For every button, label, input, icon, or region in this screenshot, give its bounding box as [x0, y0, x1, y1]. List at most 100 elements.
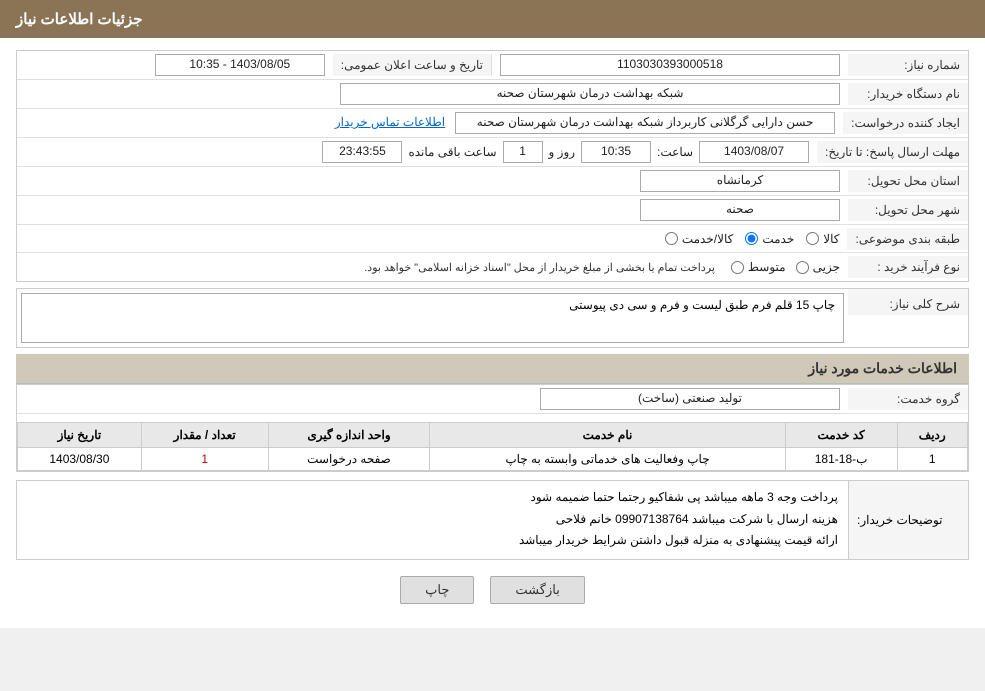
radio-jozi: جزیی — [796, 260, 840, 274]
row-province: استان محل تحویل: کرمانشاه — [17, 167, 968, 196]
radio-motavaset-input[interactable] — [731, 261, 744, 274]
creator-input: حسن دارایی گرگلانی کاربرداز شبکه بهداشت … — [455, 112, 835, 134]
buyer-input: شبکه بهداشت درمان شهرستان صحنه — [340, 83, 840, 105]
row-buyer: نام دستگاه خریدار: شبکه بهداشت درمان شهر… — [17, 80, 968, 109]
services-table: ردیف کد خدمت نام خدمت واحد اندازه گیری ت… — [17, 422, 968, 471]
province-label: استان محل تحویل: — [848, 170, 968, 192]
td-unit: صفحه درخواست — [268, 448, 430, 471]
main-info-section: شماره نیاز: 1103030393000518 تاریخ و ساع… — [16, 50, 969, 282]
category-label: طبقه بندی موضوعی: — [847, 228, 968, 250]
purchase-radio-group: جزیی متوسط پرداخت تمام یا بخشی از مبلغ خ… — [25, 260, 840, 274]
td-code: ب-18-181 — [785, 448, 897, 471]
th-code: کد خدمت — [785, 423, 897, 448]
service-group-input: تولید صنعتی (ساخت) — [540, 388, 840, 410]
date-input: 1403/08/07 — [699, 141, 809, 163]
need-desc-value: چاپ 15 قلم فرم طبق لیست و فرم و سی دی پی… — [17, 289, 848, 347]
buyer-label: نام دستگاه خریدار: — [848, 83, 968, 105]
radio-kala-label: کالا — [823, 232, 839, 246]
row-creator: ایجاد کننده درخواست: حسن دارایی گرگلانی … — [17, 109, 968, 138]
radio-motavaset-label: متوسط — [748, 260, 786, 274]
services-table-section: ردیف کد خدمت نام خدمت واحد اندازه گیری ت… — [17, 422, 968, 471]
page-wrapper: جزئیات اطلاعات نیاز شماره نیاز: 11030303… — [0, 0, 985, 628]
buttons-row: بازگشت چاپ — [16, 576, 969, 604]
radio-khedmat: خدمت — [745, 232, 794, 246]
creator-value: حسن دارایی گرگلانی کاربرداز شبکه بهداشت … — [17, 109, 843, 137]
days-input: 1 — [503, 141, 543, 163]
radio-kala-khedmat-input[interactable] — [665, 232, 678, 245]
print-button[interactable]: چاپ — [400, 576, 474, 604]
buyer-note-line: ارائه قیمت پیشنهادی به منزله قبول داشتن … — [27, 530, 838, 552]
row-purchase-type: نوع فرآیند خرید : جزیی متوسط پرداخت تمام… — [17, 253, 968, 281]
row-category: طبقه بندی موضوعی: کالا خدمت کالا/خدمت — [17, 225, 968, 253]
buyer-note-line: پرداخت وجه 3 ماهه میباشد پی شفاکیو رجتما… — [27, 487, 838, 509]
th-date: تاریخ نیاز — [18, 423, 142, 448]
need-desc-row: شرح کلی نیاز: چاپ 15 قلم فرم طبق لیست و … — [17, 289, 968, 347]
days-label: روز و — [549, 145, 576, 159]
need-number-value: 1103030393000518 — [492, 51, 848, 79]
city-input: صحنه — [640, 199, 840, 221]
remaining-input: 23:43:55 — [322, 141, 402, 163]
deadline-row-multi: 1403/08/07 ساعت: 10:35 روز و 1 ساعت باقی… — [25, 141, 809, 163]
buyer-notes-label: توضیحات خریدار: — [849, 480, 969, 560]
th-row: ردیف — [897, 423, 967, 448]
radio-kala-khedmat: کالا/خدمت — [665, 232, 733, 246]
deadline-label: مهلت ارسال پاسخ: تا تاریخ: — [817, 141, 968, 163]
td-date: 1403/08/30 — [18, 448, 142, 471]
td-row: 1 — [897, 448, 967, 471]
remaining-label: ساعت باقی مانده — [408, 145, 496, 159]
row-deadline: مهلت ارسال پاسخ: تا تاریخ: 1403/08/07 سا… — [17, 138, 968, 167]
need-desc-label: شرح کلی نیاز: — [848, 289, 968, 315]
radio-kala-input[interactable] — [806, 232, 819, 245]
row-service-group: گروه خدمت: تولید صنعتی (ساخت) — [17, 385, 968, 414]
province-input: کرمانشاه — [640, 170, 840, 192]
row-need-number: شماره نیاز: 1103030393000518 تاریخ و ساع… — [17, 51, 968, 80]
buyer-value: شبکه بهداشت درمان شهرستان صحنه — [17, 80, 848, 108]
th-name: نام خدمت — [430, 423, 785, 448]
table-row: 1 ب-18-181 چاپ وفعالیت های خدماتی وابسته… — [18, 448, 968, 471]
radio-kala-khedmat-label: کالا/خدمت — [682, 232, 733, 246]
table-header-row: ردیف کد خدمت نام خدمت واحد اندازه گیری ت… — [18, 423, 968, 448]
purchase-type-label: نوع فرآیند خرید : — [848, 256, 968, 278]
city-label: شهر محل تحویل: — [848, 199, 968, 221]
page-header: جزئیات اطلاعات نیاز — [0, 0, 985, 38]
td-qty: 1 — [141, 448, 268, 471]
creator-label: ایجاد کننده درخواست: — [843, 112, 968, 134]
buyer-notes-section: توضیحات خریدار: پرداخت وجه 3 ماهه میباشد… — [16, 480, 969, 560]
radio-motavaset: متوسط — [731, 260, 786, 274]
announce-input: 1403/08/05 - 10:35 — [155, 54, 325, 76]
category-radio-group: کالا خدمت کالا/خدمت — [25, 232, 839, 246]
radio-jozi-label: جزیی — [813, 260, 840, 274]
announce-value: 1403/08/05 - 10:35 — [17, 51, 333, 79]
back-button[interactable]: بازگشت — [490, 576, 584, 604]
creator-link[interactable]: اطلاعات تماس خریدار — [335, 115, 445, 129]
need-number-input: 1103030393000518 — [500, 54, 840, 76]
row-city: شهر محل تحویل: صحنه — [17, 196, 968, 225]
radio-khedmat-input[interactable] — [745, 232, 758, 245]
services-section: گروه خدمت: تولید صنعتی (ساخت) ردیف کد خد… — [16, 384, 969, 472]
radio-jozi-input[interactable] — [796, 261, 809, 274]
buyer-note-line: هزینه ارسال با شرکت میباشد 09907138764 خ… — [27, 509, 838, 531]
city-value: صحنه — [17, 196, 848, 224]
buyer-notes-content: پرداخت وجه 3 ماهه میباشد پی شفاکیو رجتما… — [16, 480, 849, 560]
services-title: اطلاعات خدمات مورد نیاز — [16, 354, 969, 384]
deadline-value: 1403/08/07 ساعت: 10:35 روز و 1 ساعت باقی… — [17, 138, 817, 166]
category-value: کالا خدمت کالا/خدمت — [17, 229, 847, 249]
announce-label: تاریخ و ساعت اعلان عمومی: — [333, 54, 492, 76]
th-unit: واحد اندازه گیری — [268, 423, 430, 448]
need-desc-section: شرح کلی نیاز: چاپ 15 قلم فرم طبق لیست و … — [16, 288, 969, 348]
service-group-label: گروه خدمت: — [848, 388, 968, 410]
td-name: چاپ وفعالیت های خدماتی وابسته به چاپ — [430, 448, 785, 471]
time-label: ساعت: — [657, 145, 693, 159]
radio-khedmat-label: خدمت — [762, 232, 794, 246]
purchase-type-value: جزیی متوسط پرداخت تمام یا بخشی از مبلغ خ… — [17, 257, 848, 277]
time-input: 10:35 — [581, 141, 651, 163]
th-qty: تعداد / مقدار — [141, 423, 268, 448]
need-number-label: شماره نیاز: — [848, 54, 968, 76]
purchase-note: پرداخت تمام یا بخشی از مبلغ خریدار از مح… — [364, 261, 715, 274]
radio-kala: کالا — [806, 232, 839, 246]
province-value: کرمانشاه — [17, 167, 848, 195]
page-title: جزئیات اطلاعات نیاز — [16, 11, 143, 28]
main-content: شماره نیاز: 1103030393000518 تاریخ و ساع… — [0, 38, 985, 628]
service-group-value: تولید صنعتی (ساخت) — [17, 385, 848, 413]
need-desc-box: چاپ 15 قلم فرم طبق لیست و فرم و سی دی پی… — [21, 293, 844, 343]
